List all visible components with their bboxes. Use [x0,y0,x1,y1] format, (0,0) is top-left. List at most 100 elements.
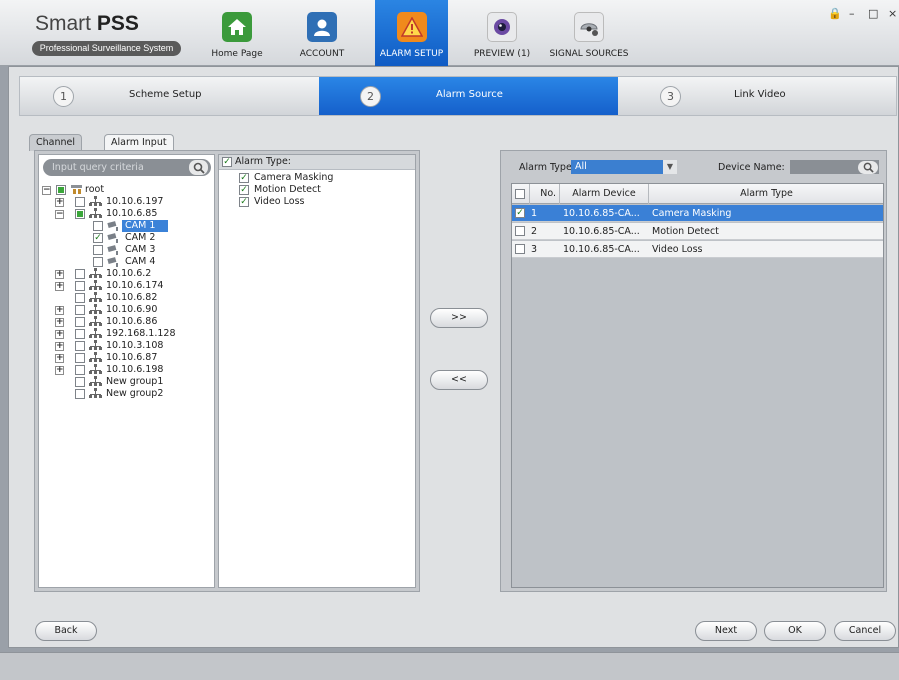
cell-no: 2 [531,226,538,237]
expand-icon[interactable]: + [55,354,64,363]
tree-checkbox[interactable] [75,209,85,219]
row-checkbox[interactable]: ✓ [515,208,525,218]
preview-camera-icon [487,12,517,42]
status-bar [0,652,899,680]
tab-preview[interactable]: PREVIEW (1) [470,0,534,66]
column-header-alarm-device[interactable]: Alarm Device [560,184,649,204]
tree-checkbox[interactable] [75,197,85,207]
alarm-type-dropdown-value: All [575,161,587,172]
expand-icon[interactable]: + [55,306,64,315]
signal-sources-icon [574,12,604,42]
remove-from-list-button[interactable]: << [430,370,488,390]
tree-checkbox[interactable] [56,185,66,195]
alarm-type-checkbox[interactable]: ✓ [239,197,249,207]
row-checkbox[interactable] [515,226,525,236]
tab-account[interactable]: ACCOUNT [294,0,350,66]
tree-checkbox[interactable] [75,353,85,363]
expand-icon[interactable]: + [55,366,64,375]
tree-checkbox[interactable] [75,269,85,279]
alarm-type-label: Video Loss [254,196,305,207]
back-button[interactable]: Back [35,621,97,641]
server-root-icon [71,185,82,194]
tree-checkbox[interactable] [75,341,85,351]
camera-icon [107,257,118,267]
tree-checkbox[interactable] [75,281,85,291]
tree-checkbox[interactable] [93,221,103,231]
tab-channel[interactable]: Channel [29,134,83,151]
alarm-type-checkbox[interactable]: ✓ [239,185,249,195]
chevron-down-icon[interactable]: ▼ [663,160,677,174]
tree-label: 10.10.6.90 [106,304,158,315]
table-row[interactable]: 2 10.10.6.85-CA... Motion Detect [512,223,883,240]
device-search-icon[interactable] [858,161,878,174]
tab-alarm-setup[interactable]: ALARM SETUP [375,0,448,66]
device-network-icon [89,364,102,374]
ok-button[interactable]: OK [764,621,826,641]
cancel-button[interactable]: Cancel [834,621,896,641]
search-input[interactable] [52,161,190,174]
collapse-icon[interactable]: − [55,210,64,219]
main-content: 1 Scheme Setup 2 Alarm Source 3 Link Vid… [8,66,899,648]
tree-label: CAM 2 [125,232,156,243]
cell-alarm-device: 10.10.6.85-CA... [563,226,640,237]
alarm-type-checkbox[interactable]: ✓ [239,173,249,183]
alarm-type-header: ✓ Alarm Type: [219,155,415,170]
minimize-button[interactable]: – [849,7,855,20]
table-row[interactable]: ✓ 1 10.10.6.85-CA... Camera Masking [512,205,883,222]
tree-checkbox[interactable] [75,293,85,303]
expand-icon[interactable]: + [55,198,64,207]
wizard-step-link-video[interactable]: 3 Link Video [618,77,896,115]
tab-label: ACCOUNT [299,49,345,59]
select-all-cell [512,184,530,204]
device-network-icon [89,304,102,314]
select-all-checkbox[interactable] [515,189,525,199]
tree-checkbox[interactable] [75,329,85,339]
column-header-no[interactable]: No. [530,184,560,204]
row-checkbox[interactable] [515,244,525,254]
tab-home-page[interactable]: Home Page [206,0,268,66]
device-network-icon [89,316,102,326]
wizard-step-scheme-setup[interactable]: 1 Scheme Setup [20,77,319,115]
tab-label: ALARM SETUP [379,49,444,59]
tree-label: 10.10.6.197 [106,196,164,207]
alarm-type-dropdown[interactable]: All ▼ [571,160,677,174]
maximize-button[interactable]: □ [868,7,878,20]
collapse-icon[interactable]: − [42,186,51,195]
tree-checkbox[interactable] [75,317,85,327]
tree-checkbox[interactable] [75,377,85,387]
tree-checkbox[interactable] [93,257,103,267]
device-name-label: Device Name: [718,162,785,173]
lock-icon[interactable]: 🔒 [828,7,842,20]
cell-no: 3 [531,244,538,255]
step-number: 1 [53,86,74,107]
search-box [43,159,211,176]
alarm-type-label: Camera Masking [254,172,334,183]
alarm-type-all-checkbox[interactable]: ✓ [222,157,232,167]
expand-icon[interactable]: + [55,342,64,351]
tab-signal-sources[interactable]: SIGNAL SOURCES [549,0,629,66]
expand-icon[interactable]: + [55,330,64,339]
expand-icon[interactable]: + [55,282,64,291]
device-network-icon [89,268,102,278]
tab-label: Home Page [211,49,263,59]
tree-checkbox[interactable]: ✓ [93,233,103,243]
close-button[interactable]: × [888,7,897,20]
device-network-icon [89,328,102,338]
wizard-step-alarm-source[interactable]: 2 Alarm Source [319,77,618,115]
expand-icon[interactable]: + [55,270,64,279]
expand-icon[interactable]: + [55,318,64,327]
tree-checkbox[interactable] [75,305,85,315]
tab-alarm-input[interactable]: Alarm Input [104,134,174,151]
camera-icon [107,245,118,255]
tree-checkbox[interactable] [75,365,85,375]
table-row[interactable]: 3 10.10.6.85-CA... Video Loss [512,241,883,258]
search-icon[interactable] [189,160,208,175]
tree-checkbox[interactable] [93,245,103,255]
cell-alarm-type: Motion Detect [652,226,719,237]
tree-label: CAM 3 [125,244,156,255]
add-to-list-button[interactable]: >> [430,308,488,328]
column-header-alarm-type[interactable]: Alarm Type [649,184,884,204]
alarm-type-header-label: Alarm Type: [235,156,291,167]
next-button[interactable]: Next [695,621,757,641]
tree-checkbox[interactable] [75,389,85,399]
